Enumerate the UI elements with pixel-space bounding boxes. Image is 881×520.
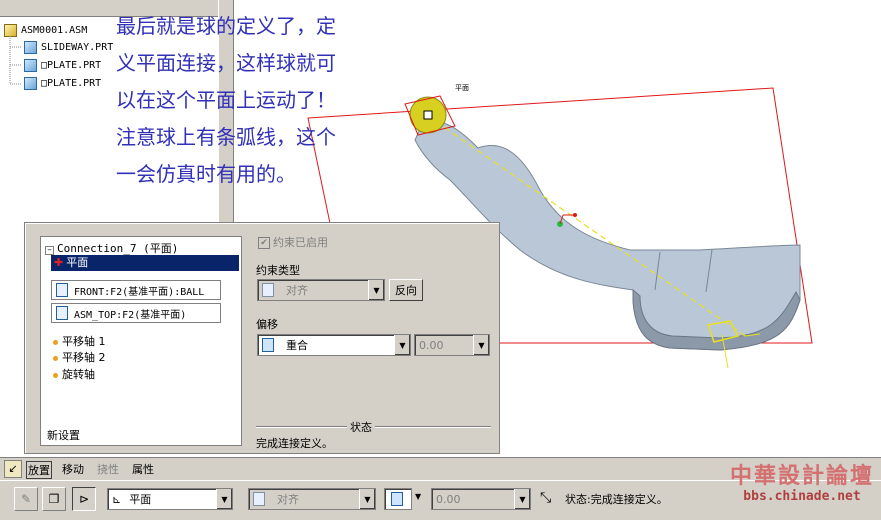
chevron-down-icon: ▼: [359, 489, 375, 509]
collapse-icon[interactable]: −: [45, 246, 54, 255]
watermark-logo: 中華設計論壇 bbs.chinade.net: [728, 463, 876, 513]
chevron-down-icon: ▼: [216, 489, 232, 509]
connection-icon[interactable]: ⊳: [72, 487, 96, 511]
window-icon[interactable]: ❐: [42, 487, 66, 511]
constraint-type-label: 约束类型: [256, 264, 300, 277]
align-icon: [253, 492, 265, 506]
align-icon: [262, 283, 274, 297]
tab-properties[interactable]: 属性: [132, 461, 154, 477]
placement-panel: − Connection_7 (平面) ✚ 平面 FRONT:F2(基准平面):BA…: [24, 222, 500, 454]
tree-lines: [9, 36, 22, 85]
offset-value-field-bottom[interactable]: 0.00 ▼: [431, 488, 531, 510]
new-set-link[interactable]: 新设置: [47, 427, 80, 443]
tree-item[interactable]: SLIDEWAY.PRT: [24, 41, 113, 54]
reference-field[interactable]: FRONT:F2(基准平面):BALL: [51, 280, 221, 300]
constraint-type-value: 对齐: [286, 284, 308, 297]
annotation-text: 最后就是球的定义了，定 义平面连接，这样球就可 以在这个平面上运动了！ 注意球上…: [116, 8, 386, 193]
constraint-type-select-bottom[interactable]: 对齐 ▼: [248, 488, 376, 510]
tree-item-label: SLIDEWAY.PRT: [41, 42, 114, 53]
reference-label: FRONT:F2(基准平面):BALL: [74, 286, 205, 298]
tree-item[interactable]: □PLATE.PRT: [24, 77, 101, 90]
coincident-icon: [262, 338, 274, 352]
annotation-line: 义平面连接，这样球就可: [116, 51, 336, 75]
chevron-down-icon: ▼: [514, 489, 530, 509]
connection-type-select[interactable]: ⊾ 平面 ▼: [107, 488, 233, 510]
tree-item-label: □PLATE.PRT: [41, 78, 102, 89]
sub-item-label: 平移轴 2: [62, 351, 106, 364]
offset-type-value: 重合: [286, 339, 308, 352]
offset-value-field[interactable]: 0.00 ▼: [414, 334, 490, 356]
dashboard-icon: ↙: [4, 460, 22, 478]
offset-type-button[interactable]: [384, 488, 412, 510]
flip-button[interactable]: 反向: [389, 279, 423, 301]
offset-value: 0.00: [419, 338, 444, 352]
watermark-url: bbs.chinade.net: [743, 489, 861, 504]
reference-label: ASM_TOP:F2(基准平面): [74, 309, 187, 321]
bullet-icon: [53, 372, 58, 378]
sub-item-label: 平移轴 1: [62, 335, 106, 348]
constraint-item-plane[interactable]: ✚ 平面: [51, 255, 239, 271]
tree-item[interactable]: □PLATE.PRT: [24, 59, 101, 72]
annotation-line: 以在这个平面上运动了！: [116, 88, 336, 112]
status-check-icon: ⤡: [540, 490, 552, 506]
chevron-down-icon: ▼: [473, 335, 489, 355]
connection-list: − Connection_7 (平面) ✚ 平面 FRONT:F2(基准平面):BA…: [40, 236, 242, 446]
tab-flexibility[interactable]: 挠性: [97, 461, 119, 477]
sub-item[interactable]: 平移轴 1: [53, 333, 106, 349]
watermark-title: 中華設計論壇: [729, 463, 874, 489]
sub-item-label: 旋转轴: [62, 368, 95, 381]
chevron-down-icon: ▼: [394, 335, 410, 355]
constraint-enabled-label: 约束已启用: [273, 236, 328, 249]
constraint-type-select[interactable]: 对齐 ▼: [257, 279, 385, 301]
annotation-line: 一会仿真时有用的。: [116, 162, 296, 186]
sub-item[interactable]: 平移轴 2: [53, 349, 106, 365]
bullet-icon: [53, 339, 58, 345]
offset-value-bottom: 0.00: [436, 492, 461, 506]
status-text-bottom: 状态:完成连接定义。: [565, 493, 668, 506]
pin-icon: ✚: [54, 256, 64, 269]
bullet-icon: [53, 355, 58, 361]
planar-joint-icon: ⊾: [112, 492, 122, 506]
tab-move[interactable]: 移动: [62, 461, 84, 477]
coincident-icon: [391, 492, 403, 506]
tree-root-label: ASM0001.ASM: [21, 25, 88, 36]
connection-header[interactable]: − Connection_7 (平面): [45, 240, 178, 256]
constraint-enabled-checkbox[interactable]: ✔ 约束已启用: [258, 234, 328, 250]
annotation-line: 最后就是球的定义了，定: [116, 14, 336, 38]
chevron-down-icon[interactable]: ▼: [415, 492, 421, 501]
constraint-type-value-bottom: 对齐: [277, 493, 299, 506]
tree-item-label: □PLATE.PRT: [41, 60, 102, 71]
pencil-icon[interactable]: ✎: [14, 487, 38, 511]
connection-type-value: 平面: [129, 493, 152, 506]
datum-icon: [56, 306, 68, 320]
ball-origin-icon: [423, 110, 433, 120]
reference-field[interactable]: ASM_TOP:F2(基准平面): [51, 303, 221, 323]
plane-label: 平面: [455, 84, 469, 92]
offset-type-select[interactable]: 重合 ▼: [257, 334, 411, 356]
checkbox-icon: ✔: [258, 237, 270, 249]
status-text: 完成连接定义。: [256, 437, 333, 450]
connection-title: Connection_7 (平面): [57, 242, 179, 255]
constraint-item-label: 平面: [66, 256, 89, 269]
annotation-line: 注意球上有条弧线，这个: [116, 125, 336, 149]
chevron-down-icon: ▼: [368, 280, 384, 300]
offset-label: 偏移: [256, 318, 278, 331]
datum-icon: [56, 283, 68, 297]
sub-item[interactable]: 旋转轴: [53, 366, 95, 382]
status-label: 状态: [347, 419, 375, 435]
tab-placement[interactable]: 放置: [26, 461, 52, 479]
